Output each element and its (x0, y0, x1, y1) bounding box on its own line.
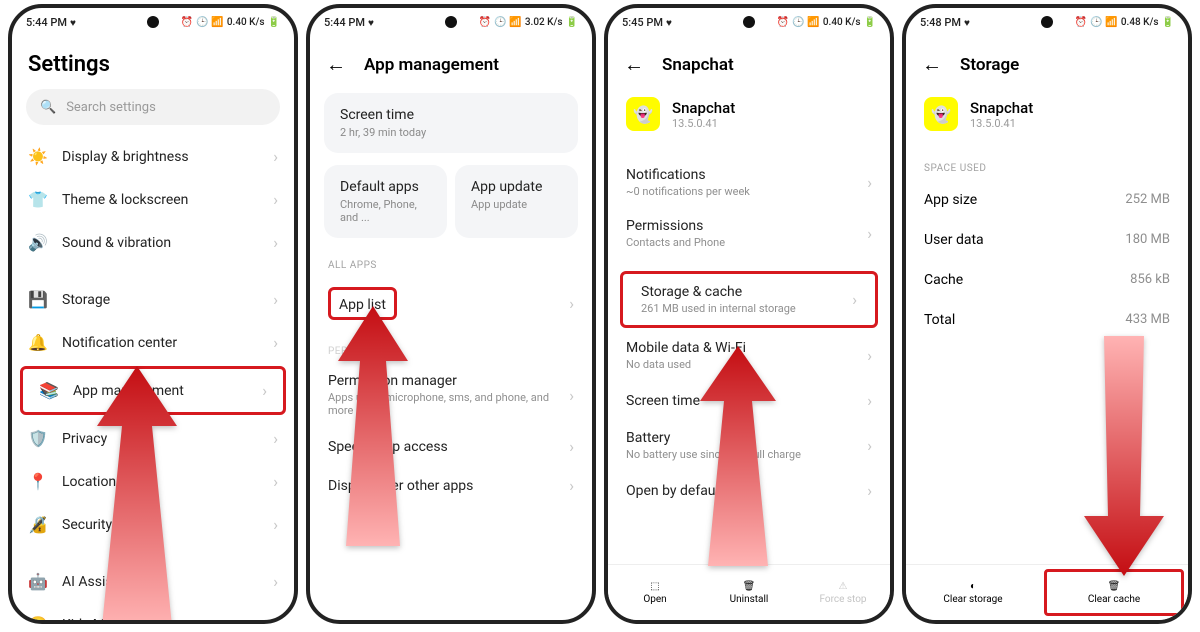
row-mobile-data[interactable]: Mobile data & Wi-FiNo data used › (608, 330, 890, 381)
shirt-icon: 👕 (28, 190, 48, 209)
row-notification-center[interactable]: 🔔 Notification center › (12, 321, 294, 364)
phone-app-info: 5:45 PM ⏰🕒📶0.40 K/s🔋 ← Snapchat 👻 Snapch… (604, 4, 894, 624)
snapchat-icon: 👻 (626, 97, 660, 131)
back-icon[interactable]: ← (922, 52, 942, 77)
sun-icon: ☀️ (28, 147, 48, 166)
row-permissions[interactable]: PermissionsContacts and Phone › (608, 208, 890, 259)
page-title: Snapchat (662, 55, 734, 75)
uninstall-button[interactable]: 🗑 Uninstall (702, 565, 796, 620)
row-ai-assistant[interactable]: 🤖 AI Assistant › (12, 560, 294, 603)
warning-icon: ⚠ (839, 581, 848, 592)
row-battery[interactable]: BatteryNo battery use since last full ch… (608, 420, 890, 471)
section-all-apps: ALL APPS (310, 244, 592, 277)
row-permission-manager[interactable]: Permission manager Apps using microphone… (310, 363, 592, 427)
action-bar: ⬚ Open 🗑 Uninstall ⚠ Force stop (608, 564, 890, 620)
layers-icon: 📚 (39, 381, 59, 400)
fingerprint-icon: 🔏 (28, 515, 48, 534)
app-header: 👻 Snapchat 13.5.0.41 (608, 87, 890, 147)
row-location[interactable]: 📍 Location › (12, 460, 294, 503)
app-header: 👻 Snapchat 13.5.0.41 (906, 87, 1188, 147)
row-storage[interactable]: 💾 Storage › (12, 278, 294, 321)
robot-icon: 🤖 (28, 572, 48, 591)
row-total: Total433 MB (906, 300, 1188, 340)
clear-storage-button[interactable]: ◐ Clear storage (906, 565, 1040, 620)
clock: 5:45 PM (622, 16, 672, 29)
status-icons: ⏰🕒📶0.40 K/s🔋 (181, 17, 281, 28)
face-icon: 😊 (28, 615, 48, 620)
row-privacy[interactable]: 🛡️ Privacy › (12, 417, 294, 460)
trash-icon: 🗑 (743, 581, 756, 592)
chevron-right-icon: › (273, 147, 278, 166)
open-button[interactable]: ⬚ Open (608, 565, 702, 620)
search-input[interactable]: 🔍 Search settings (26, 89, 280, 125)
clock: 5:44 PM (324, 16, 374, 29)
row-user-data: User data180 MB (906, 220, 1188, 260)
page-title: Storage (960, 55, 1019, 75)
search-icon: 🔍 (40, 100, 56, 115)
trash-icon: 🗑 (1108, 581, 1121, 592)
annotation-arrow (1074, 336, 1174, 580)
force-stop-button[interactable]: ⚠ Force stop (796, 565, 890, 620)
clock: 5:44 PM (26, 16, 76, 29)
row-display-over-apps[interactable]: Display over other apps › (310, 466, 592, 505)
clear-storage-icon: ◐ (970, 581, 976, 592)
search-placeholder: Search settings (66, 100, 156, 115)
open-icon: ⬚ (650, 581, 659, 592)
row-theme[interactable]: 👕 Theme & lockscreen › (12, 178, 294, 221)
page-title: Settings (12, 36, 294, 89)
card-app-update[interactable]: App update App update (455, 165, 578, 238)
phone-app-management: 5:44 PM ⏰🕒📶3.02 K/s🔋 ← App management Sc… (306, 4, 596, 624)
row-kids-mode[interactable]: 😊 Kids Mode › (12, 603, 294, 620)
row-notifications[interactable]: Notifications~0 notifications per week › (608, 157, 890, 208)
snapchat-icon: 👻 (924, 97, 958, 131)
disk-icon: 💾 (28, 290, 48, 309)
phone-storage: 5:48 PM ⏰🕒📶0.48 K/s🔋 ← Storage 👻 Snapcha… (902, 4, 1192, 624)
back-icon[interactable]: ← (326, 52, 346, 77)
clock: 5:48 PM (920, 16, 970, 29)
camera-notch (147, 16, 159, 28)
row-sound[interactable]: 🔊 Sound & vibration › (12, 221, 294, 264)
card-default-apps[interactable]: Default apps Chrome, Phone, and ... (324, 165, 447, 238)
section-space-used: SPACE USED (906, 147, 1188, 180)
action-bar: ◐ Clear storage 🗑 Clear cache (906, 564, 1188, 620)
shield-icon: 🛡️ (28, 429, 48, 448)
row-display[interactable]: ☀️ Display & brightness › (12, 135, 294, 178)
clear-cache-button[interactable]: 🗑 Clear cache (1044, 569, 1184, 616)
row-app-size: App size252 MB (906, 180, 1188, 220)
row-app-list[interactable]: App list › (310, 277, 592, 330)
card-screen-time[interactable]: Screen time 2 hr, 39 min today (324, 93, 578, 153)
speaker-icon: 🔊 (28, 233, 48, 252)
section-permissions: PERMISSIONS (310, 330, 592, 363)
row-open-by-default[interactable]: Open by default › (608, 471, 890, 510)
row-screen-time[interactable]: Screen time › (608, 381, 890, 420)
row-storage-cache[interactable]: Storage & cache261 MB used in internal s… (620, 271, 878, 328)
phone-settings: 5:44 PM ⏰🕒📶0.40 K/s🔋 Settings 🔍 Search s… (8, 4, 298, 624)
bell-icon: 🔔 (28, 333, 48, 352)
row-cache: Cache856 kB (906, 260, 1188, 300)
page-title: App management (364, 55, 499, 75)
row-special-app-access[interactable]: Special app access › (310, 427, 592, 466)
row-app-management[interactable]: 📚 App management › (20, 366, 286, 415)
pin-icon: 📍 (28, 472, 48, 491)
row-security[interactable]: 🔏 Security › (12, 503, 294, 546)
back-icon[interactable]: ← (624, 52, 644, 77)
